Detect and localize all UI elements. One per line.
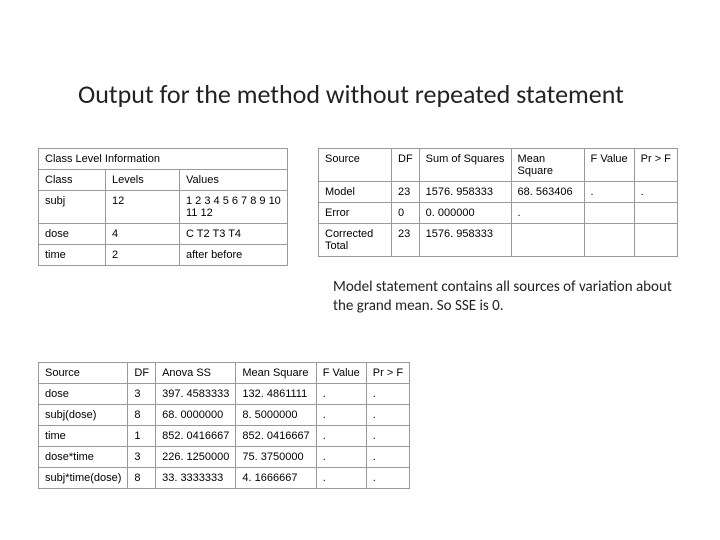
cell: 3 — [128, 384, 156, 405]
col-ms: Mean Square — [236, 363, 316, 384]
col-prf: Pr > F — [634, 149, 677, 182]
cell: 2 — [105, 245, 179, 266]
cell: 852. 0416667 — [156, 426, 236, 447]
cell: 397. 4583333 — [156, 384, 236, 405]
col-source: Source — [319, 149, 392, 182]
cell: dose*time — [39, 447, 128, 468]
cell: 33. 3333333 — [156, 468, 236, 489]
cell: 0. 000000 — [419, 203, 511, 224]
cell: . — [634, 182, 677, 203]
cell: . — [366, 447, 409, 468]
cell: after before — [180, 245, 288, 266]
cell — [634, 224, 677, 257]
table-row: dose*time 3 226. 1250000 75. 3750000 . . — [39, 447, 410, 468]
cell: 4 — [105, 224, 179, 245]
cell: time — [39, 426, 128, 447]
cell — [511, 224, 584, 257]
cell: . — [316, 405, 366, 426]
table-row: time 1 852. 0416667 852. 0416667 . . — [39, 426, 410, 447]
cell: 8 — [128, 468, 156, 489]
cell: . — [366, 426, 409, 447]
cell: . — [366, 405, 409, 426]
cell: 132. 4861111 — [236, 384, 316, 405]
col-prf: Pr > F — [366, 363, 409, 384]
cell: . — [366, 384, 409, 405]
cell: . — [316, 384, 366, 405]
cell: 0 — [392, 203, 420, 224]
col-values: Values — [180, 170, 288, 191]
cell: 23 — [392, 224, 420, 257]
table-row: Model 23 1576. 958333 68. 563406 . . — [319, 182, 678, 203]
col-fvalue: F Value — [584, 149, 634, 182]
cell: 4. 1666667 — [236, 468, 316, 489]
anova-overall-table: Source DF Sum of Squares Mean Square F V… — [318, 148, 678, 257]
col-levels: Levels — [105, 170, 179, 191]
cell: 75. 3750000 — [236, 447, 316, 468]
cell: . — [316, 447, 366, 468]
table-row: dose 4 C T2 T3 T4 — [39, 224, 288, 245]
col-df: DF — [392, 149, 420, 182]
col-source: Source — [39, 363, 128, 384]
col-df: DF — [128, 363, 156, 384]
class-level-table: Class Level Information Class Levels Val… — [38, 148, 288, 266]
cell: Error — [319, 203, 392, 224]
cell: 8 — [128, 405, 156, 426]
cell: subj(dose) — [39, 405, 128, 426]
class-table-caption: Class Level Information — [39, 149, 288, 170]
cell: Model — [319, 182, 392, 203]
cell: 8. 5000000 — [236, 405, 316, 426]
table-row: subj 12 1 2 3 4 5 6 7 8 9 10 11 12 — [39, 191, 288, 224]
col-fvalue: F Value — [316, 363, 366, 384]
cell: 1 — [128, 426, 156, 447]
cell: . — [511, 203, 584, 224]
cell: . — [366, 468, 409, 489]
cell: 852. 0416667 — [236, 426, 316, 447]
cell: 3 — [128, 447, 156, 468]
cell: Corrected Total — [319, 224, 392, 257]
cell: 226. 1250000 — [156, 447, 236, 468]
cell: subj*time(dose) — [39, 468, 128, 489]
col-ss: Anova SS — [156, 363, 236, 384]
table-row: Error 0 0. 000000 . — [319, 203, 678, 224]
table-row: time 2 after before — [39, 245, 288, 266]
cell: 68. 563406 — [511, 182, 584, 203]
cell: 23 — [392, 182, 420, 203]
note-text: Model statement contains all sources of … — [333, 278, 673, 316]
cell: . — [584, 182, 634, 203]
cell — [584, 224, 634, 257]
table-row: Corrected Total 23 1576. 958333 — [319, 224, 678, 257]
anova-sources-table: Source DF Anova SS Mean Square F Value P… — [38, 362, 410, 489]
col-class: Class — [39, 170, 106, 191]
table-row: subj(dose) 8 68. 0000000 8. 5000000 . . — [39, 405, 410, 426]
cell — [584, 203, 634, 224]
cell: dose — [39, 224, 106, 245]
table-row: dose 3 397. 4583333 132. 4861111 . . — [39, 384, 410, 405]
cell: . — [316, 468, 366, 489]
cell: dose — [39, 384, 128, 405]
cell: 68. 0000000 — [156, 405, 236, 426]
table-row: subj*time(dose) 8 33. 3333333 4. 1666667… — [39, 468, 410, 489]
cell: C T2 T3 T4 — [180, 224, 288, 245]
cell: . — [316, 426, 366, 447]
col-ss: Sum of Squares — [419, 149, 511, 182]
cell: 1576. 958333 — [419, 182, 511, 203]
col-ms: Mean Square — [511, 149, 584, 182]
cell: 12 — [105, 191, 179, 224]
cell — [634, 203, 677, 224]
cell: 1576. 958333 — [419, 224, 511, 257]
cell: 1 2 3 4 5 6 7 8 9 10 11 12 — [180, 191, 288, 224]
cell: subj — [39, 191, 106, 224]
page-title: Output for the method without repeated s… — [78, 78, 624, 110]
cell: time — [39, 245, 106, 266]
